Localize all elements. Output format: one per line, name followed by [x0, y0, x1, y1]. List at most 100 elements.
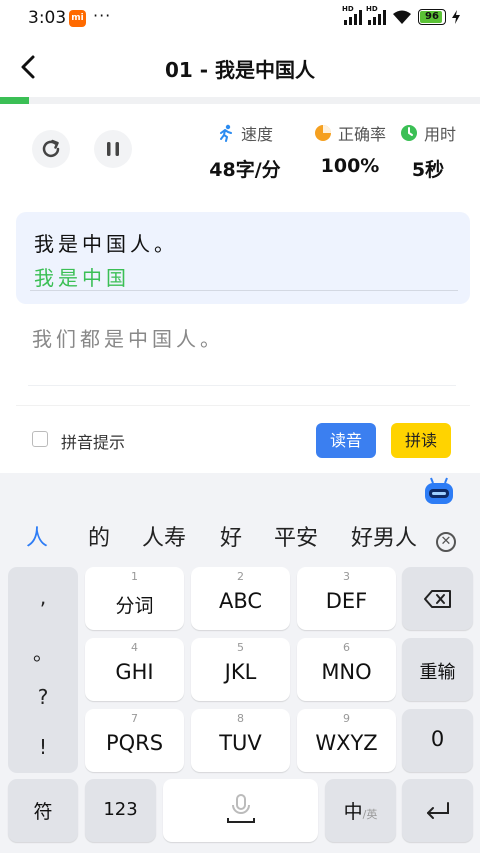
enter-icon — [426, 802, 449, 819]
lang-chinese-label: 中 — [343, 801, 363, 823]
pause-button[interactable] — [94, 130, 132, 168]
key-3-def[interactable]: 3 DEF — [297, 567, 396, 630]
candidate-item[interactable]: 的 — [88, 520, 110, 552]
key-7-pqrs[interactable]: 7 PQRS — [85, 709, 184, 772]
numbers-key[interactable]: 123 — [85, 779, 156, 842]
key-6-mno[interactable]: 6 MNO — [297, 638, 396, 701]
punct-exclaim-key[interactable]: ! — [8, 735, 78, 759]
language-toggle-key[interactable]: 中/英 — [325, 779, 396, 842]
charging-icon — [452, 10, 460, 24]
close-candidates-icon[interactable]: ✕ — [436, 532, 456, 552]
time-label: 用时 — [423, 125, 456, 144]
status-bar: 3:03 mi ··· HD HD 96 — [0, 0, 480, 36]
symbols-key[interactable]: 符 — [8, 779, 78, 842]
key-number: 6 — [343, 641, 350, 654]
key-4-ghi[interactable]: 4 GHI — [85, 638, 184, 701]
accuracy-label: 正确率 — [337, 125, 386, 144]
backspace-key[interactable] — [402, 567, 473, 630]
punctuation-column: , 。 ? ! — [8, 567, 78, 773]
header: 01 - 我是中国人 — [0, 40, 480, 96]
lesson-progress-bar — [0, 97, 480, 104]
read-aloud-button[interactable]: 读音 — [316, 423, 376, 458]
key-number: 7 — [131, 712, 138, 725]
speed-stat: 速度 48字/分 — [200, 121, 290, 182]
pause-icon — [107, 142, 119, 156]
key-label: 分词 — [115, 595, 154, 617]
hd-label: HD — [366, 5, 378, 13]
input-underline — [30, 290, 458, 291]
space-key[interactable] — [163, 779, 318, 842]
enter-key[interactable] — [402, 779, 473, 842]
microphone-icon — [226, 794, 255, 823]
candidate-item[interactable]: 好 — [220, 520, 242, 552]
speed-value: 48字/分 — [209, 159, 281, 181]
key-label: PQRS — [105, 731, 164, 755]
key-1-segment[interactable]: 1 分词 — [85, 567, 184, 630]
key-5-jkl[interactable]: 5 JKL — [191, 638, 290, 701]
key-number: 2 — [237, 570, 244, 583]
key-number: 8 — [237, 712, 244, 725]
ime-robot-icon[interactable] — [423, 476, 455, 506]
runner-icon — [219, 124, 232, 142]
status-icons: HD HD 96 — [342, 5, 460, 25]
candidate-bar: 人 的 人寿 好 平安 好男人 ✕ — [0, 508, 480, 564]
key-2-abc[interactable]: 2 ABC — [191, 567, 290, 630]
target-text-line1: 我是中国人。 — [34, 232, 178, 256]
punct-question-key[interactable]: ? — [8, 685, 78, 709]
punct-period-key[interactable]: 。 — [8, 637, 78, 666]
key-9-wxyz[interactable]: 9 WXYZ — [297, 709, 396, 772]
key-label: 重输 — [419, 662, 456, 683]
candidate-item[interactable]: 人 — [26, 520, 48, 552]
candidate-item[interactable]: 人寿 — [142, 520, 186, 552]
signal-icon: HD — [366, 5, 386, 25]
key-label: JKL — [224, 660, 257, 684]
wifi-icon — [393, 10, 411, 24]
key-label: 符 — [33, 801, 53, 823]
candidate-item[interactable]: 平安 — [274, 520, 318, 552]
key-label: TUV — [219, 731, 262, 755]
candidate-item[interactable]: 好男人 — [351, 520, 419, 552]
clock-icon — [400, 125, 417, 141]
progress-fill — [0, 97, 29, 104]
key-number: 4 — [131, 641, 138, 654]
backspace-icon — [423, 590, 451, 608]
key-number: 9 — [343, 712, 350, 725]
refresh-icon — [42, 139, 60, 158]
page-title: 01 - 我是中国人 — [164, 58, 316, 82]
input-underline — [28, 385, 456, 386]
accuracy-value: 100% — [320, 155, 380, 177]
reinput-key[interactable]: 重输 — [402, 638, 473, 701]
key-label: MNO — [321, 660, 372, 684]
pinyin-hint-label[interactable]: 拼音提示 — [61, 429, 125, 453]
lang-english-label: /英 — [362, 808, 378, 821]
mi-app-icon: mi — [69, 10, 86, 27]
zero-key[interactable]: 0 — [402, 709, 473, 772]
restart-button[interactable] — [32, 130, 70, 168]
signal-icon: HD — [342, 5, 362, 25]
battery-icon: 96 — [418, 9, 446, 25]
more-notifications-icon: ··· — [93, 6, 112, 25]
key-number: 3 — [343, 570, 350, 583]
time-value: 5秒 — [411, 159, 445, 181]
options-bar: 拼音提示 读音 拼读 — [16, 405, 470, 472]
time-stat: 用时 5秒 — [392, 121, 464, 182]
accuracy-stat: 正确率 100% — [300, 121, 400, 177]
pie-icon — [314, 125, 331, 141]
key-label: WXYZ — [315, 731, 378, 755]
battery-level: 96 — [425, 11, 439, 22]
hd-label: HD — [342, 5, 354, 13]
key-number: 5 — [237, 641, 244, 654]
key-label: 123 — [103, 799, 138, 820]
current-line-card[interactable]: 我是中国人。 我是中国 — [16, 212, 470, 304]
key-label: 0 — [430, 727, 445, 751]
status-time: 3:03 — [28, 8, 67, 28]
key-8-tuv[interactable]: 8 TUV — [191, 709, 290, 772]
key-label: GHI — [115, 660, 154, 684]
punct-comma-key[interactable]: , — [8, 585, 78, 609]
spell-read-button[interactable]: 拼读 — [391, 423, 451, 458]
typed-text-line1: 我是中国 — [34, 266, 130, 290]
key-label: DEF — [325, 589, 368, 613]
speed-label: 速度 — [240, 125, 273, 144]
key-label: ABC — [218, 589, 263, 613]
pinyin-hint-checkbox[interactable] — [32, 431, 48, 447]
